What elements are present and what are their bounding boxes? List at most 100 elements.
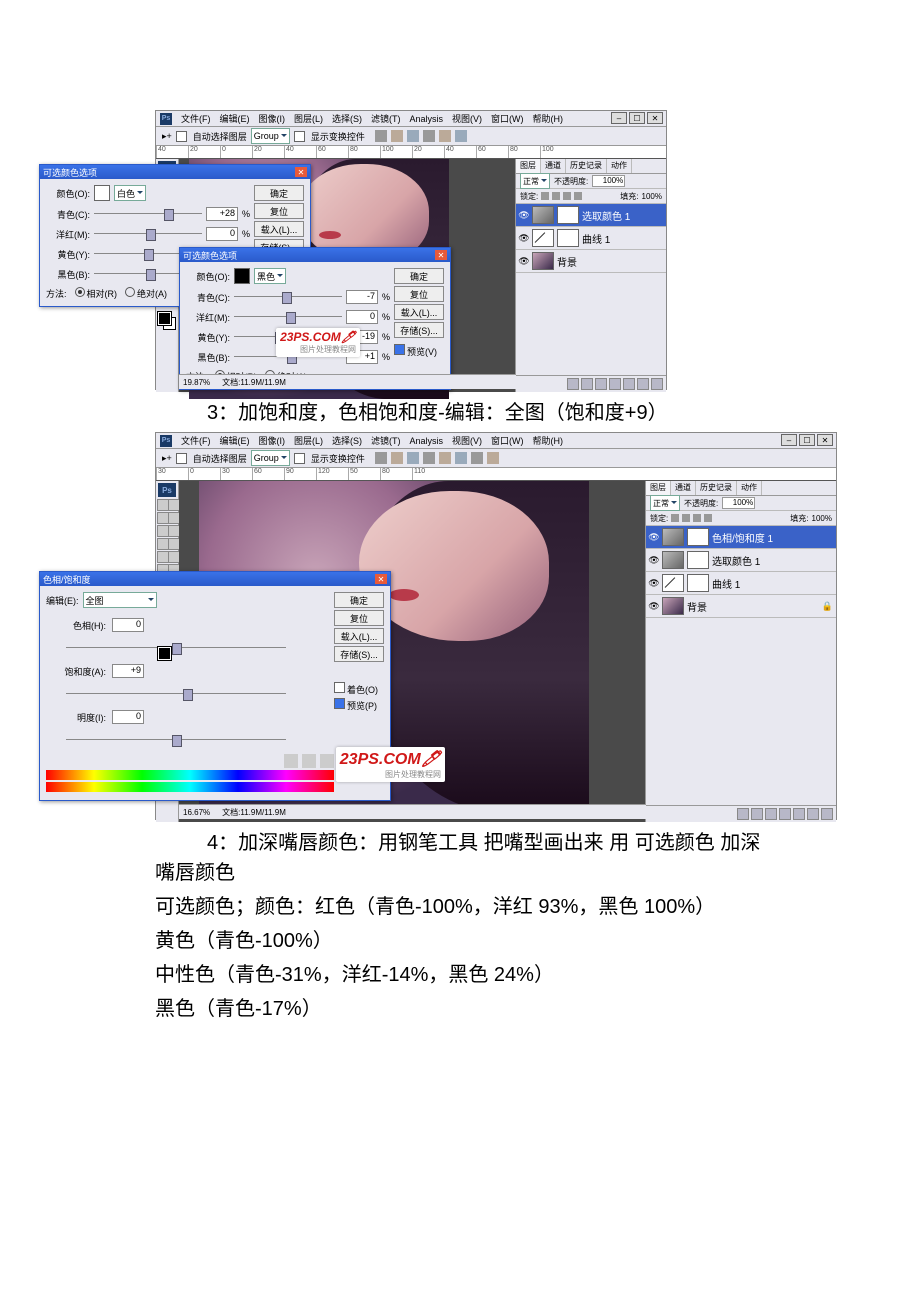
- align-icon[interactable]: [407, 130, 419, 142]
- distribute-icon[interactable]: [455, 452, 467, 464]
- layer-row[interactable]: 👁 色相/饱和度 1: [646, 526, 836, 549]
- tab-channels[interactable]: 通道: [671, 481, 696, 495]
- save-button[interactable]: 存储(S)...: [394, 322, 444, 338]
- lightness-slider[interactable]: [66, 734, 286, 746]
- menu-analysis[interactable]: Analysis: [410, 436, 444, 446]
- visibility-icon[interactable]: 👁: [649, 532, 659, 542]
- tab-actions[interactable]: 动作: [737, 481, 762, 495]
- lock-all-icon[interactable]: [704, 514, 712, 522]
- edit-dropdown[interactable]: 全图: [83, 592, 157, 608]
- ok-button[interactable]: 确定: [394, 268, 444, 284]
- relative-radio[interactable]: [75, 287, 85, 297]
- menu-file[interactable]: 文件(F): [181, 434, 211, 447]
- ok-button[interactable]: 确定: [254, 185, 304, 201]
- opacity-input[interactable]: 100%: [592, 175, 625, 187]
- magenta-input[interactable]: 0: [346, 310, 378, 324]
- trash-icon[interactable]: [651, 378, 663, 390]
- color-dropdown[interactable]: 黑色: [254, 268, 286, 284]
- layer-row[interactable]: 👁 曲线 1: [516, 227, 666, 250]
- minimize-icon[interactable]: –: [611, 112, 627, 124]
- close-icon[interactable]: ✕: [817, 434, 833, 446]
- tool-button[interactable]: [168, 538, 180, 550]
- magenta-input[interactable]: 0: [206, 227, 238, 241]
- menu-image[interactable]: 图像(I): [259, 112, 286, 125]
- magenta-slider[interactable]: [234, 311, 342, 323]
- saturation-slider[interactable]: [66, 688, 286, 700]
- mask-icon[interactable]: [765, 808, 777, 820]
- visibility-icon[interactable]: 👁: [649, 601, 659, 611]
- menu-select[interactable]: 选择(S): [332, 434, 362, 447]
- visibility-icon[interactable]: 👁: [649, 578, 659, 588]
- align-icon[interactable]: [391, 130, 403, 142]
- menu-layer[interactable]: 图层(L): [294, 434, 323, 447]
- menu-help[interactable]: 帮助(H): [533, 112, 564, 125]
- saturation-input[interactable]: +9: [112, 664, 144, 678]
- close-icon[interactable]: ✕: [435, 250, 447, 260]
- close-icon[interactable]: ✕: [295, 167, 307, 177]
- tab-layers[interactable]: 图层: [516, 159, 541, 173]
- tool-button[interactable]: [168, 525, 180, 537]
- minimize-icon[interactable]: –: [781, 434, 797, 446]
- lock-pixels-icon[interactable]: [682, 514, 690, 522]
- hue-input[interactable]: 0: [112, 618, 144, 632]
- menu-view[interactable]: 视图(V): [452, 112, 482, 125]
- preview-checkbox[interactable]: [394, 344, 405, 355]
- color-dropdown[interactable]: 白色: [114, 185, 146, 201]
- hue-slider[interactable]: [66, 642, 286, 654]
- lightness-input[interactable]: 0: [112, 710, 144, 724]
- auto-select-group-dropdown[interactable]: Group: [251, 450, 290, 466]
- close-icon[interactable]: ✕: [375, 574, 387, 584]
- auto-select-group-dropdown[interactable]: Group: [251, 128, 290, 144]
- fill-input[interactable]: 100%: [642, 192, 662, 201]
- color-swatches[interactable]: [158, 312, 176, 330]
- menu-view[interactable]: 视图(V): [452, 434, 482, 447]
- menu-filter[interactable]: 滤镜(T): [371, 112, 401, 125]
- distribute-icon[interactable]: [487, 452, 499, 464]
- fx-icon[interactable]: [581, 378, 593, 390]
- cyan-slider[interactable]: [94, 208, 202, 220]
- auto-select-checkbox[interactable]: [176, 453, 187, 464]
- magenta-slider[interactable]: [94, 228, 202, 240]
- opacity-input[interactable]: 100%: [722, 497, 755, 509]
- canvas-area[interactable]: 可选颜色选项✕ 颜色(O): 白色 青色(C): +28% 洋红(M):: [179, 159, 515, 392]
- auto-select-checkbox[interactable]: [176, 131, 187, 142]
- eyedropper-icon[interactable]: [284, 754, 298, 768]
- trash-icon[interactable]: [821, 808, 833, 820]
- link-icon[interactable]: [737, 808, 749, 820]
- menu-select[interactable]: 选择(S): [332, 112, 362, 125]
- align-icon[interactable]: [375, 130, 387, 142]
- visibility-icon[interactable]: 👁: [519, 210, 529, 220]
- cyan-input[interactable]: -7: [346, 290, 378, 304]
- lock-transparency-icon[interactable]: [541, 192, 549, 200]
- fill-input[interactable]: 100%: [812, 514, 832, 523]
- zoom-level[interactable]: 16.67%: [183, 808, 210, 817]
- tab-channels[interactable]: 通道: [541, 159, 566, 173]
- ok-button[interactable]: 确定: [334, 592, 384, 608]
- cyan-slider[interactable]: [234, 291, 342, 303]
- align-icon[interactable]: [423, 452, 435, 464]
- preview-checkbox[interactable]: [334, 698, 345, 709]
- load-button[interactable]: 载入(L)...: [334, 628, 384, 644]
- menu-image[interactable]: 图像(I): [259, 434, 286, 447]
- colorize-checkbox[interactable]: [334, 682, 345, 693]
- menu-analysis[interactable]: Analysis: [410, 114, 444, 124]
- layer-row[interactable]: 👁 选取颜色 1: [646, 549, 836, 572]
- menu-edit[interactable]: 编辑(E): [220, 434, 250, 447]
- layer-row[interactable]: 👁 背景 🔒: [646, 595, 836, 618]
- visibility-icon[interactable]: 👁: [519, 233, 529, 243]
- new-layer-icon[interactable]: [807, 808, 819, 820]
- layer-row[interactable]: 👁 选取颜色 1: [516, 204, 666, 227]
- tab-layers[interactable]: 图层: [646, 481, 671, 495]
- tab-actions[interactable]: 动作: [607, 159, 632, 173]
- show-transform-checkbox[interactable]: [294, 131, 305, 142]
- load-button[interactable]: 载入(L)...: [394, 304, 444, 320]
- distribute-icon[interactable]: [439, 130, 451, 142]
- tool-button[interactable]: [168, 499, 180, 511]
- absolute-radio[interactable]: [125, 287, 135, 297]
- new-layer-icon[interactable]: [637, 378, 649, 390]
- layer-row[interactable]: 👁 背景: [516, 250, 666, 273]
- lock-position-icon[interactable]: [693, 514, 701, 522]
- visibility-icon[interactable]: 👁: [649, 555, 659, 565]
- distribute-icon[interactable]: [471, 452, 483, 464]
- cancel-button[interactable]: 复位: [334, 610, 384, 626]
